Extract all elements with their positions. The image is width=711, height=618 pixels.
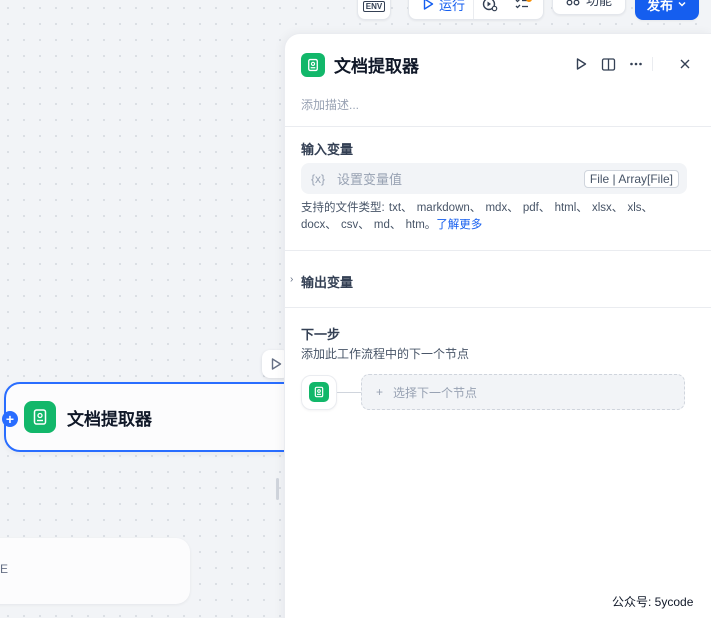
more-button[interactable] xyxy=(626,54,646,74)
divider xyxy=(285,250,711,251)
chevron-right-icon[interactable]: › xyxy=(290,274,293,285)
run-label: 运行 xyxy=(439,0,466,13)
play-icon xyxy=(423,0,434,10)
split-view-icon xyxy=(601,57,615,71)
next-step-title: 下一步 xyxy=(301,327,341,342)
document-icon xyxy=(309,382,329,402)
run-node-button[interactable] xyxy=(571,54,591,74)
more-icon xyxy=(630,62,642,66)
close-icon xyxy=(680,59,690,69)
node-settings-panel: 文档提取器 添加描述... 输入变量 {x} 设置变量值 File | Arra… xyxy=(284,33,711,618)
env-icon: ENV xyxy=(362,0,386,12)
play-icon xyxy=(576,58,587,70)
split-view-button[interactable] xyxy=(598,54,618,74)
variable-icon: {x} xyxy=(311,171,326,186)
select-next-label: 选择下一个节点 xyxy=(393,385,478,400)
publish-label: 发布 xyxy=(646,0,673,13)
checklist-button[interactable] xyxy=(506,0,538,19)
input-variables-title: 输入变量 xyxy=(301,142,354,157)
publish-button[interactable]: 发布 xyxy=(635,0,699,20)
panel-header-actions xyxy=(571,54,711,74)
features-icon xyxy=(566,0,580,6)
divider xyxy=(285,307,711,308)
env-button[interactable]: ENV xyxy=(357,0,391,20)
current-node-chip xyxy=(301,374,337,410)
description-input[interactable]: 添加描述... xyxy=(301,96,359,113)
features-button[interactable]: 功能 xyxy=(552,0,626,15)
variable-type-tag: File | Array[File] xyxy=(583,169,679,188)
canvas-node-partial-label: E xyxy=(0,562,9,576)
next-step-description: 添加此工作流程中的下一个节点 xyxy=(301,347,470,361)
document-icon xyxy=(301,52,325,77)
next-step-row: + 选择下一个节点 xyxy=(301,374,685,410)
debug-icon xyxy=(482,0,498,12)
variable-placeholder: 设置变量值 xyxy=(337,172,403,187)
header-divider xyxy=(652,57,653,71)
run-toolbar-group: 运行 xyxy=(408,0,544,20)
chevron-down-icon xyxy=(678,1,686,7)
output-variables-title[interactable]: 输出变量 xyxy=(301,272,353,291)
learn-more-link[interactable]: 了解更多 xyxy=(436,219,482,231)
connector-line xyxy=(337,391,361,393)
notification-dot xyxy=(526,0,533,2)
panel-header: 文档提取器 xyxy=(301,52,419,77)
canvas-node-partial[interactable]: E xyxy=(0,538,190,604)
plus-icon: + xyxy=(376,385,384,399)
document-extractor-node[interactable]: + 文档提取器 xyxy=(2,382,304,452)
variable-selector[interactable]: {x} 设置变量值 File | Array[File] xyxy=(301,163,687,194)
play-icon xyxy=(271,358,282,370)
plus-icon[interactable]: + xyxy=(2,411,18,427)
node-title: 文档提取器 xyxy=(67,409,152,429)
document-icon xyxy=(24,401,56,433)
run-button[interactable]: 运行 xyxy=(409,0,475,19)
watermark: 公众号: 5ycode xyxy=(612,595,694,609)
select-next-node-button[interactable]: + 选择下一个节点 xyxy=(361,374,685,410)
features-label: 功能 xyxy=(585,0,612,8)
panel-resize-handle[interactable] xyxy=(276,478,279,500)
supported-file-types: 支持的文件类型: txt、 markdown、 mdx、 pdf、 html、 … xyxy=(301,200,693,234)
close-panel-button[interactable] xyxy=(675,54,695,74)
debug-button[interactable] xyxy=(474,0,506,19)
divider xyxy=(285,126,711,127)
panel-title[interactable]: 文档提取器 xyxy=(334,52,419,77)
